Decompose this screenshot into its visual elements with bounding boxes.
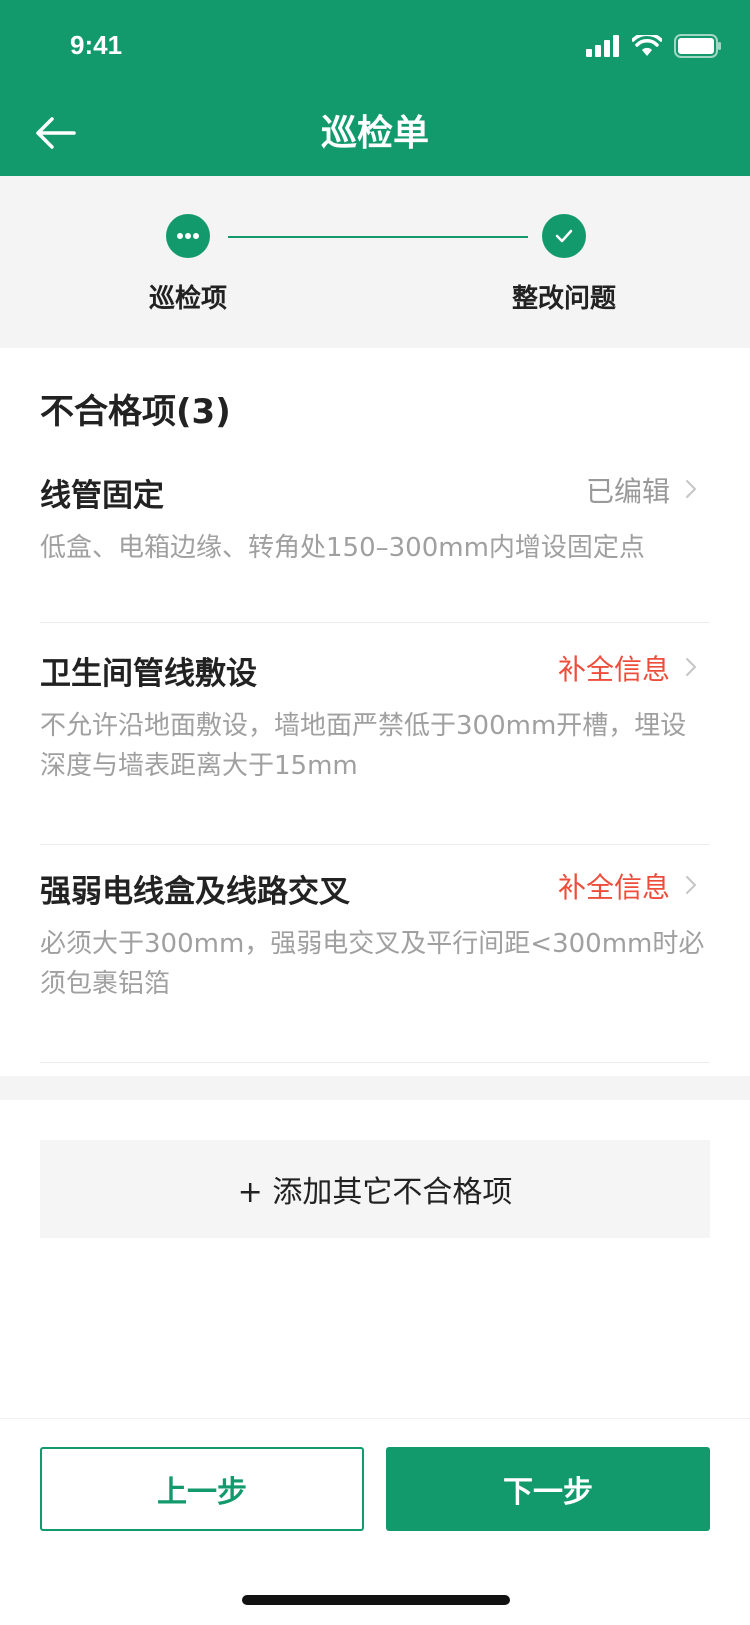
step-connector <box>228 236 528 238</box>
section-separator <box>0 1076 750 1100</box>
list-item-bathroom-pipes[interactable]: 卫生间管线敷设 补全信息 不允许沿地面敷设，墙地面严禁低于300mm开槽，埋设深… <box>40 648 710 781</box>
step-in-progress-icon <box>166 214 210 258</box>
check-icon <box>555 229 573 243</box>
home-indicator[interactable] <box>242 1595 510 1605</box>
status-time: 9:41 <box>70 30 123 60</box>
item-desc: 不允许沿地面敷设，墙地面严禁低于300mm开槽，埋设深度与墙表距离大于15mm <box>40 711 687 781</box>
item-desc: 必须大于300mm，强弱电交叉及平行间距<300mm时必须包裹铝箔 <box>40 929 705 999</box>
item-name: 卫生间管线敷设 <box>40 656 257 692</box>
next-step-button[interactable]: 下一步 <box>386 1447 710 1531</box>
step-label-rectification: 整改问题 <box>511 284 616 314</box>
list-item-conduit-fixing[interactable]: 线管固定 已编辑 低盒、电箱边缘、转角处150–300mm内增设固定点 <box>40 470 710 563</box>
previous-step-button[interactable]: 上一步 <box>40 1447 364 1531</box>
list-item-wire-crossing[interactable]: 强弱电线盒及线路交叉 补全信息 必须大于300mm，强弱电交叉及平行间距<300… <box>40 866 710 999</box>
item-status-incomplete: 补全信息 <box>557 871 670 904</box>
status-icons <box>586 34 722 58</box>
add-other-unqualified-button[interactable]: + 添加其它不合格项 <box>40 1140 710 1238</box>
step-label-inspection: 巡检项 <box>148 284 227 314</box>
item-status-edited: 已编辑 <box>585 475 670 508</box>
item-desc: 低盒、电箱边缘、转角处150–300mm内增设固定点 <box>40 533 645 563</box>
progress-stepper: 巡检项 整改问题 <box>0 176 750 348</box>
divider <box>40 844 710 845</box>
item-status-incomplete: 补全信息 <box>557 653 670 686</box>
wifi-icon <box>632 35 662 56</box>
footer-bar: 上一步 下一步 <box>0 1418 750 1625</box>
chevron-right-icon <box>678 872 704 898</box>
divider <box>40 622 710 623</box>
divider <box>40 1062 710 1063</box>
unqualified-section: 不合格项(3) 线管固定 已编辑 低盒、电箱边缘、转角处150–300mm内增设… <box>0 348 750 1076</box>
chevron-right-icon <box>678 654 704 680</box>
app-header: 9:41 巡检单 <box>0 0 750 176</box>
section-title: 不合格项(3) <box>40 392 231 432</box>
step-done-icon <box>542 214 586 258</box>
signal-icon <box>586 35 619 57</box>
item-name: 线管固定 <box>40 478 164 514</box>
chevron-right-icon <box>678 476 704 502</box>
battery-icon <box>674 34 721 58</box>
more-dots-icon <box>177 233 199 239</box>
page-title: 巡检单 <box>320 113 429 154</box>
item-name: 强弱电线盒及线路交叉 <box>40 874 350 910</box>
